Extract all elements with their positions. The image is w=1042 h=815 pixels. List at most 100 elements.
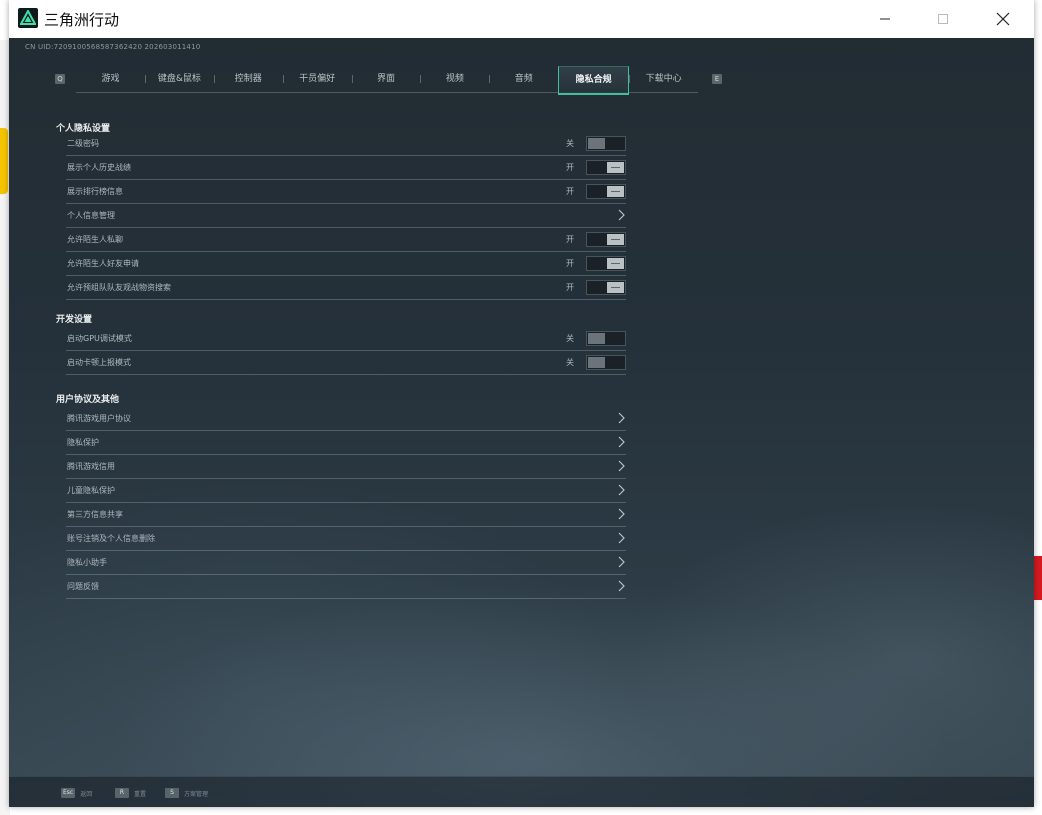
setting-row-toggle[interactable]: 允许陌生人好友申请 开	[66, 252, 626, 276]
setting-row-link[interactable]: 隐私保护	[66, 431, 626, 455]
setting-label: 展示排行榜信息	[67, 187, 123, 196]
chevron-right-icon	[618, 460, 625, 472]
toggle-switch[interactable]	[586, 160, 626, 175]
tab-3[interactable]: 干员偏好	[282, 66, 352, 92]
game-settings-window: 三角洲行动 CN UID:7209100568587362420 2026030…	[9, 0, 1034, 807]
toggle-state-label: 关	[566, 139, 574, 148]
tab-0[interactable]: 游戏	[76, 66, 145, 92]
toggle-switch[interactable]	[586, 184, 626, 199]
close-button[interactable]	[975, 0, 1031, 38]
toggle-state-label: 开	[566, 259, 574, 268]
setting-row-toggle[interactable]: 启动GPU调试模式 关	[66, 327, 626, 351]
minimize-icon	[880, 18, 890, 20]
tab-next-key[interactable]: E	[712, 74, 722, 84]
toggle-state-label: 开	[566, 283, 574, 292]
setting-label: 启动卡顿上报模式	[67, 358, 131, 367]
setting-row-toggle[interactable]: 二级密码 关	[66, 132, 626, 156]
hint-label: 方案管理	[184, 790, 209, 798]
tab-1[interactable]: 键盘&鼠标	[144, 66, 214, 92]
toggle-knob	[607, 162, 624, 173]
minimize-button[interactable]	[857, 0, 913, 38]
chevron-right-icon	[618, 484, 625, 496]
toggle-knob	[607, 234, 624, 245]
toggle-switch[interactable]	[586, 136, 626, 151]
setting-row-link[interactable]: 个人信息管理	[66, 204, 626, 228]
settings-content: CN UID:7209100568587362420 202603011410 …	[9, 38, 1034, 807]
toggle-state-label: 开	[566, 187, 574, 196]
tab-7[interactable]: 隐私合规	[558, 66, 630, 95]
chevron-right-icon	[618, 580, 625, 592]
tab-8[interactable]: 下载中心	[629, 66, 698, 92]
tabs-list: 游戏 键盘&鼠标 控制器 干员偏好 界面 视频 音频 隐私合规 下载中心	[76, 66, 698, 95]
section-title: 开发设置	[56, 315, 93, 325]
setting-label: 隐私保护	[67, 438, 99, 447]
hint-key: S	[165, 788, 179, 798]
setting-label: 儿童隐私保护	[67, 486, 115, 495]
setting-label: 腾讯游戏用户协议	[67, 414, 131, 423]
setting-label: 第三方信息共享	[67, 510, 123, 519]
setting-label: 账号注销及个人信息删除	[67, 534, 155, 543]
tab-prev-key[interactable]: Q	[55, 74, 65, 84]
footer-bar: Esc 返回 R 重置 S 方案管理	[9, 776, 1034, 807]
chevron-right-icon	[618, 412, 625, 424]
tab-5[interactable]: 视频	[420, 66, 489, 92]
footer-hint[interactable]: S 方案管理	[165, 787, 208, 799]
toggle-state-label: 关	[566, 334, 574, 343]
maximize-button[interactable]	[915, 0, 971, 38]
setting-row-toggle[interactable]: 展示个人历史战绩 开	[66, 156, 626, 180]
chevron-right-icon	[618, 508, 625, 520]
toggle-state-label: 关	[566, 358, 574, 367]
setting-label: 问题反馈	[67, 582, 99, 591]
setting-row-toggle[interactable]: 允许陌生人私聊 开	[66, 228, 626, 252]
setting-label: 允许陌生人好友申请	[67, 259, 139, 268]
section-title: 用户协议及其他	[56, 395, 120, 405]
setting-label: 允许预组队队友观战物资搜索	[67, 283, 171, 292]
setting-label: 展示个人历史战绩	[67, 163, 131, 172]
setting-row-link[interactable]: 隐私小助手	[66, 551, 626, 575]
toggle-knob	[588, 333, 605, 344]
window-title: 三角洲行动	[44, 11, 120, 29]
app-logo-icon	[18, 8, 38, 28]
hint-key: Esc	[61, 788, 76, 798]
setting-row-link[interactable]: 腾讯游戏用户协议	[66, 407, 626, 431]
setting-label: 二级密码	[67, 139, 99, 148]
chevron-right-icon	[618, 556, 625, 568]
toggle-knob	[607, 258, 624, 269]
close-icon	[996, 12, 1010, 26]
uid-label: CN UID:7209100568587362420 202603011410	[25, 43, 201, 51]
setting-label: 启动GPU调试模式	[67, 334, 132, 343]
setting-row-toggle[interactable]: 启动卡顿上报模式 关	[66, 351, 626, 375]
toggle-switch[interactable]	[586, 280, 626, 295]
toggle-switch[interactable]	[586, 256, 626, 271]
toggle-state-label: 开	[566, 163, 574, 172]
maximize-icon	[938, 14, 948, 24]
toggle-switch[interactable]	[586, 232, 626, 247]
setting-row-link[interactable]: 腾讯游戏信用	[66, 455, 626, 479]
toggle-knob	[588, 357, 605, 368]
chevron-right-icon	[618, 532, 625, 544]
toggle-switch[interactable]	[586, 355, 626, 370]
background-app-badge	[1034, 556, 1042, 600]
setting-row-link[interactable]: 账号注销及个人信息删除	[66, 527, 626, 551]
toggle-knob	[607, 282, 624, 293]
setting-row-toggle[interactable]: 展示排行榜信息 开	[66, 180, 626, 204]
setting-label: 腾讯游戏信用	[67, 462, 115, 471]
tab-4[interactable]: 界面	[351, 66, 421, 92]
footer-hint[interactable]: Esc 返回	[61, 787, 92, 799]
tab-2[interactable]: 控制器	[213, 66, 283, 92]
setting-row-link[interactable]: 儿童隐私保护	[66, 479, 626, 503]
background-app-banner	[0, 128, 8, 194]
hint-key: R	[115, 788, 129, 798]
chevron-right-icon	[618, 436, 625, 448]
hint-label: 返回	[80, 790, 93, 798]
setting-row-link[interactable]: 问题反馈	[66, 575, 626, 599]
setting-row-link[interactable]: 第三方信息共享	[66, 503, 626, 527]
hint-label: 重置	[134, 790, 147, 798]
toggle-switch[interactable]	[586, 331, 626, 346]
setting-label: 允许陌生人私聊	[67, 235, 123, 244]
setting-row-toggle[interactable]: 允许预组队队友观战物资搜索 开	[66, 276, 626, 300]
title-bar[interactable]: 三角洲行动	[9, 0, 1034, 39]
tab-6[interactable]: 音频	[489, 66, 558, 92]
settings-tab-bar: Q 游戏 键盘&鼠标 控制器 干员偏好 界面 视频 音频 隐私合规 下载中心 E	[55, 66, 725, 95]
footer-hint[interactable]: R 重置	[115, 787, 146, 799]
